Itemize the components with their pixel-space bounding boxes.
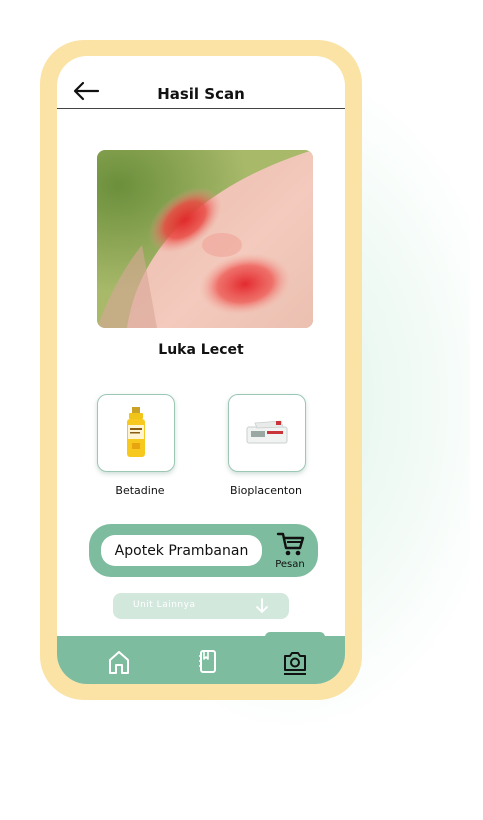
ointment-tube-icon [246, 420, 288, 444]
other-units-label: Unit Lainnya [133, 600, 196, 610]
other-units-button[interactable]: Unit Lainnya [113, 593, 289, 619]
diagnosis-label: Luka Lecet [158, 342, 244, 358]
cart-icon [276, 532, 305, 556]
order-label: Pesan [275, 559, 305, 570]
page-title: Hasil Scan [157, 85, 245, 103]
arrow-down-icon [256, 598, 268, 613]
wound-photo [97, 150, 313, 328]
phone-screen: Hasil Scan Luka Lecet Betadine Bioplacen… [57, 56, 345, 684]
book-icon[interactable] [194, 648, 222, 676]
camera-icon[interactable] [281, 648, 309, 676]
medicine-card-betadine[interactable] [97, 394, 175, 472]
top-bar: Hasil Scan [57, 56, 345, 109]
pharmacy-name-field[interactable]: Apotek Prambanan [101, 535, 262, 566]
order-button[interactable]: Pesan [267, 528, 313, 574]
home-icon[interactable] [105, 648, 133, 676]
medicine-label-betadine: Betadine [115, 484, 165, 497]
medicine-label-bioplacenton: Bioplacenton [230, 484, 302, 497]
antiseptic-bottle-icon [127, 407, 145, 457]
pharmacy-bar: Apotek Prambanan Pesan [89, 524, 318, 577]
medicine-card-bioplacenton[interactable] [228, 394, 306, 472]
